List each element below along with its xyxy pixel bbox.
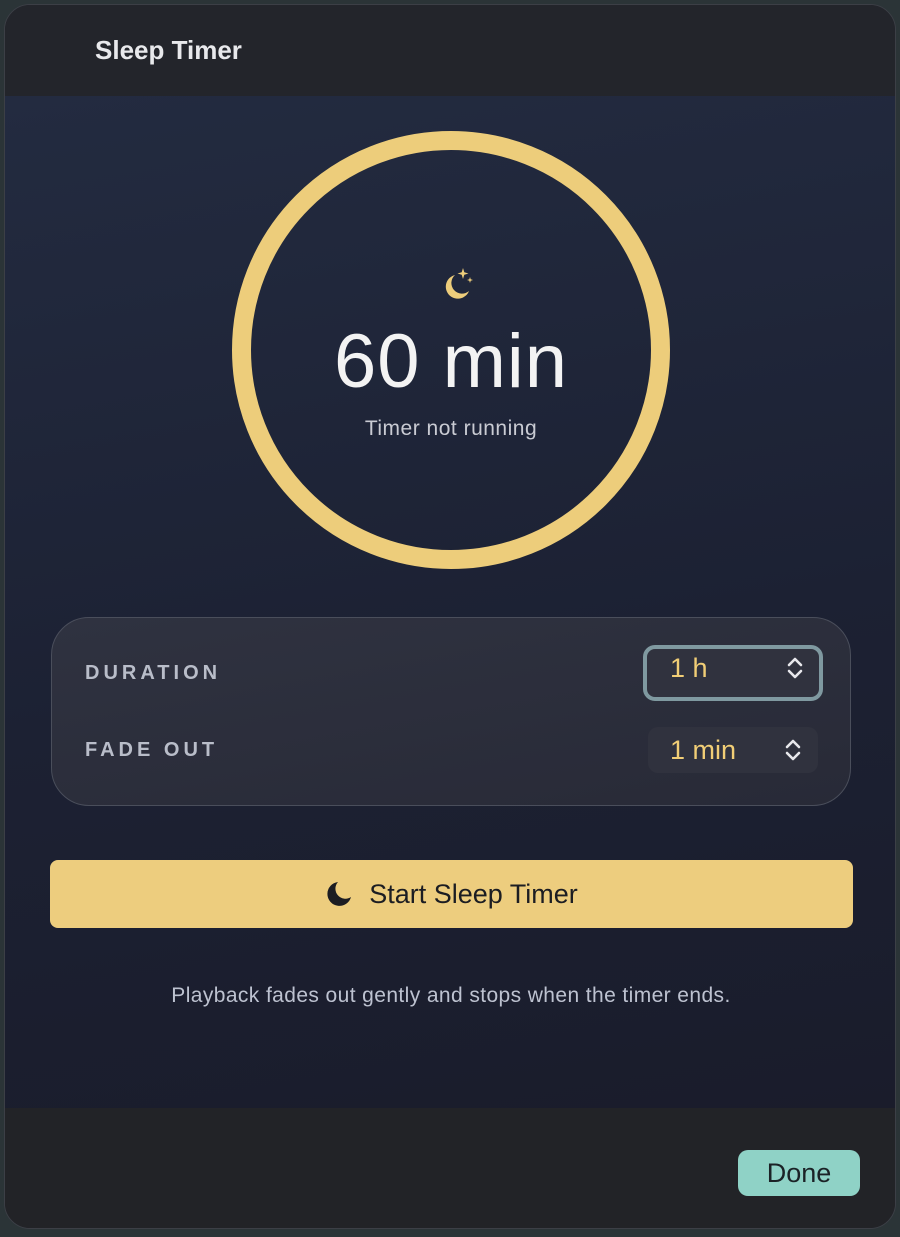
settings-panel: DURATION 1 h FADE OUT 1 min: [51, 617, 851, 806]
timer-status: Timer not running: [364, 417, 538, 440]
start-sleep-timer-button[interactable]: Start Sleep Timer: [50, 860, 853, 928]
duration-label: DURATION: [85, 662, 222, 684]
fade-out-value: 1 min: [670, 735, 737, 765]
moon-icon: [327, 882, 352, 906]
sheet-footer: Done: [5, 1108, 895, 1228]
duration-value: 1 h: [670, 653, 708, 683]
moon-stars-icon: [445, 268, 473, 299]
fade-out-label: FADE OUT: [85, 739, 219, 761]
fade-out-select[interactable]: 1 min: [648, 727, 818, 773]
sheet-content: 60 min Timer not running DURATION 1 h FA…: [5, 96, 895, 1109]
sleep-timer-sheet: Sleep Timer 60 min Timer not running DUR…: [4, 4, 896, 1229]
chevron-up-down-icon: [787, 657, 803, 679]
hint-text: Playback fades out gently and stops when…: [171, 984, 731, 1007]
timer-display: 60 min: [333, 319, 569, 404]
chevron-up-down-icon: [785, 739, 801, 761]
title-bar: Sleep Timer: [5, 5, 895, 96]
window-title: Sleep Timer: [95, 35, 242, 65]
start-button-label: Start Sleep Timer: [369, 878, 578, 909]
done-button[interactable]: Done: [738, 1150, 860, 1196]
duration-select[interactable]: 1 h: [643, 645, 823, 701]
